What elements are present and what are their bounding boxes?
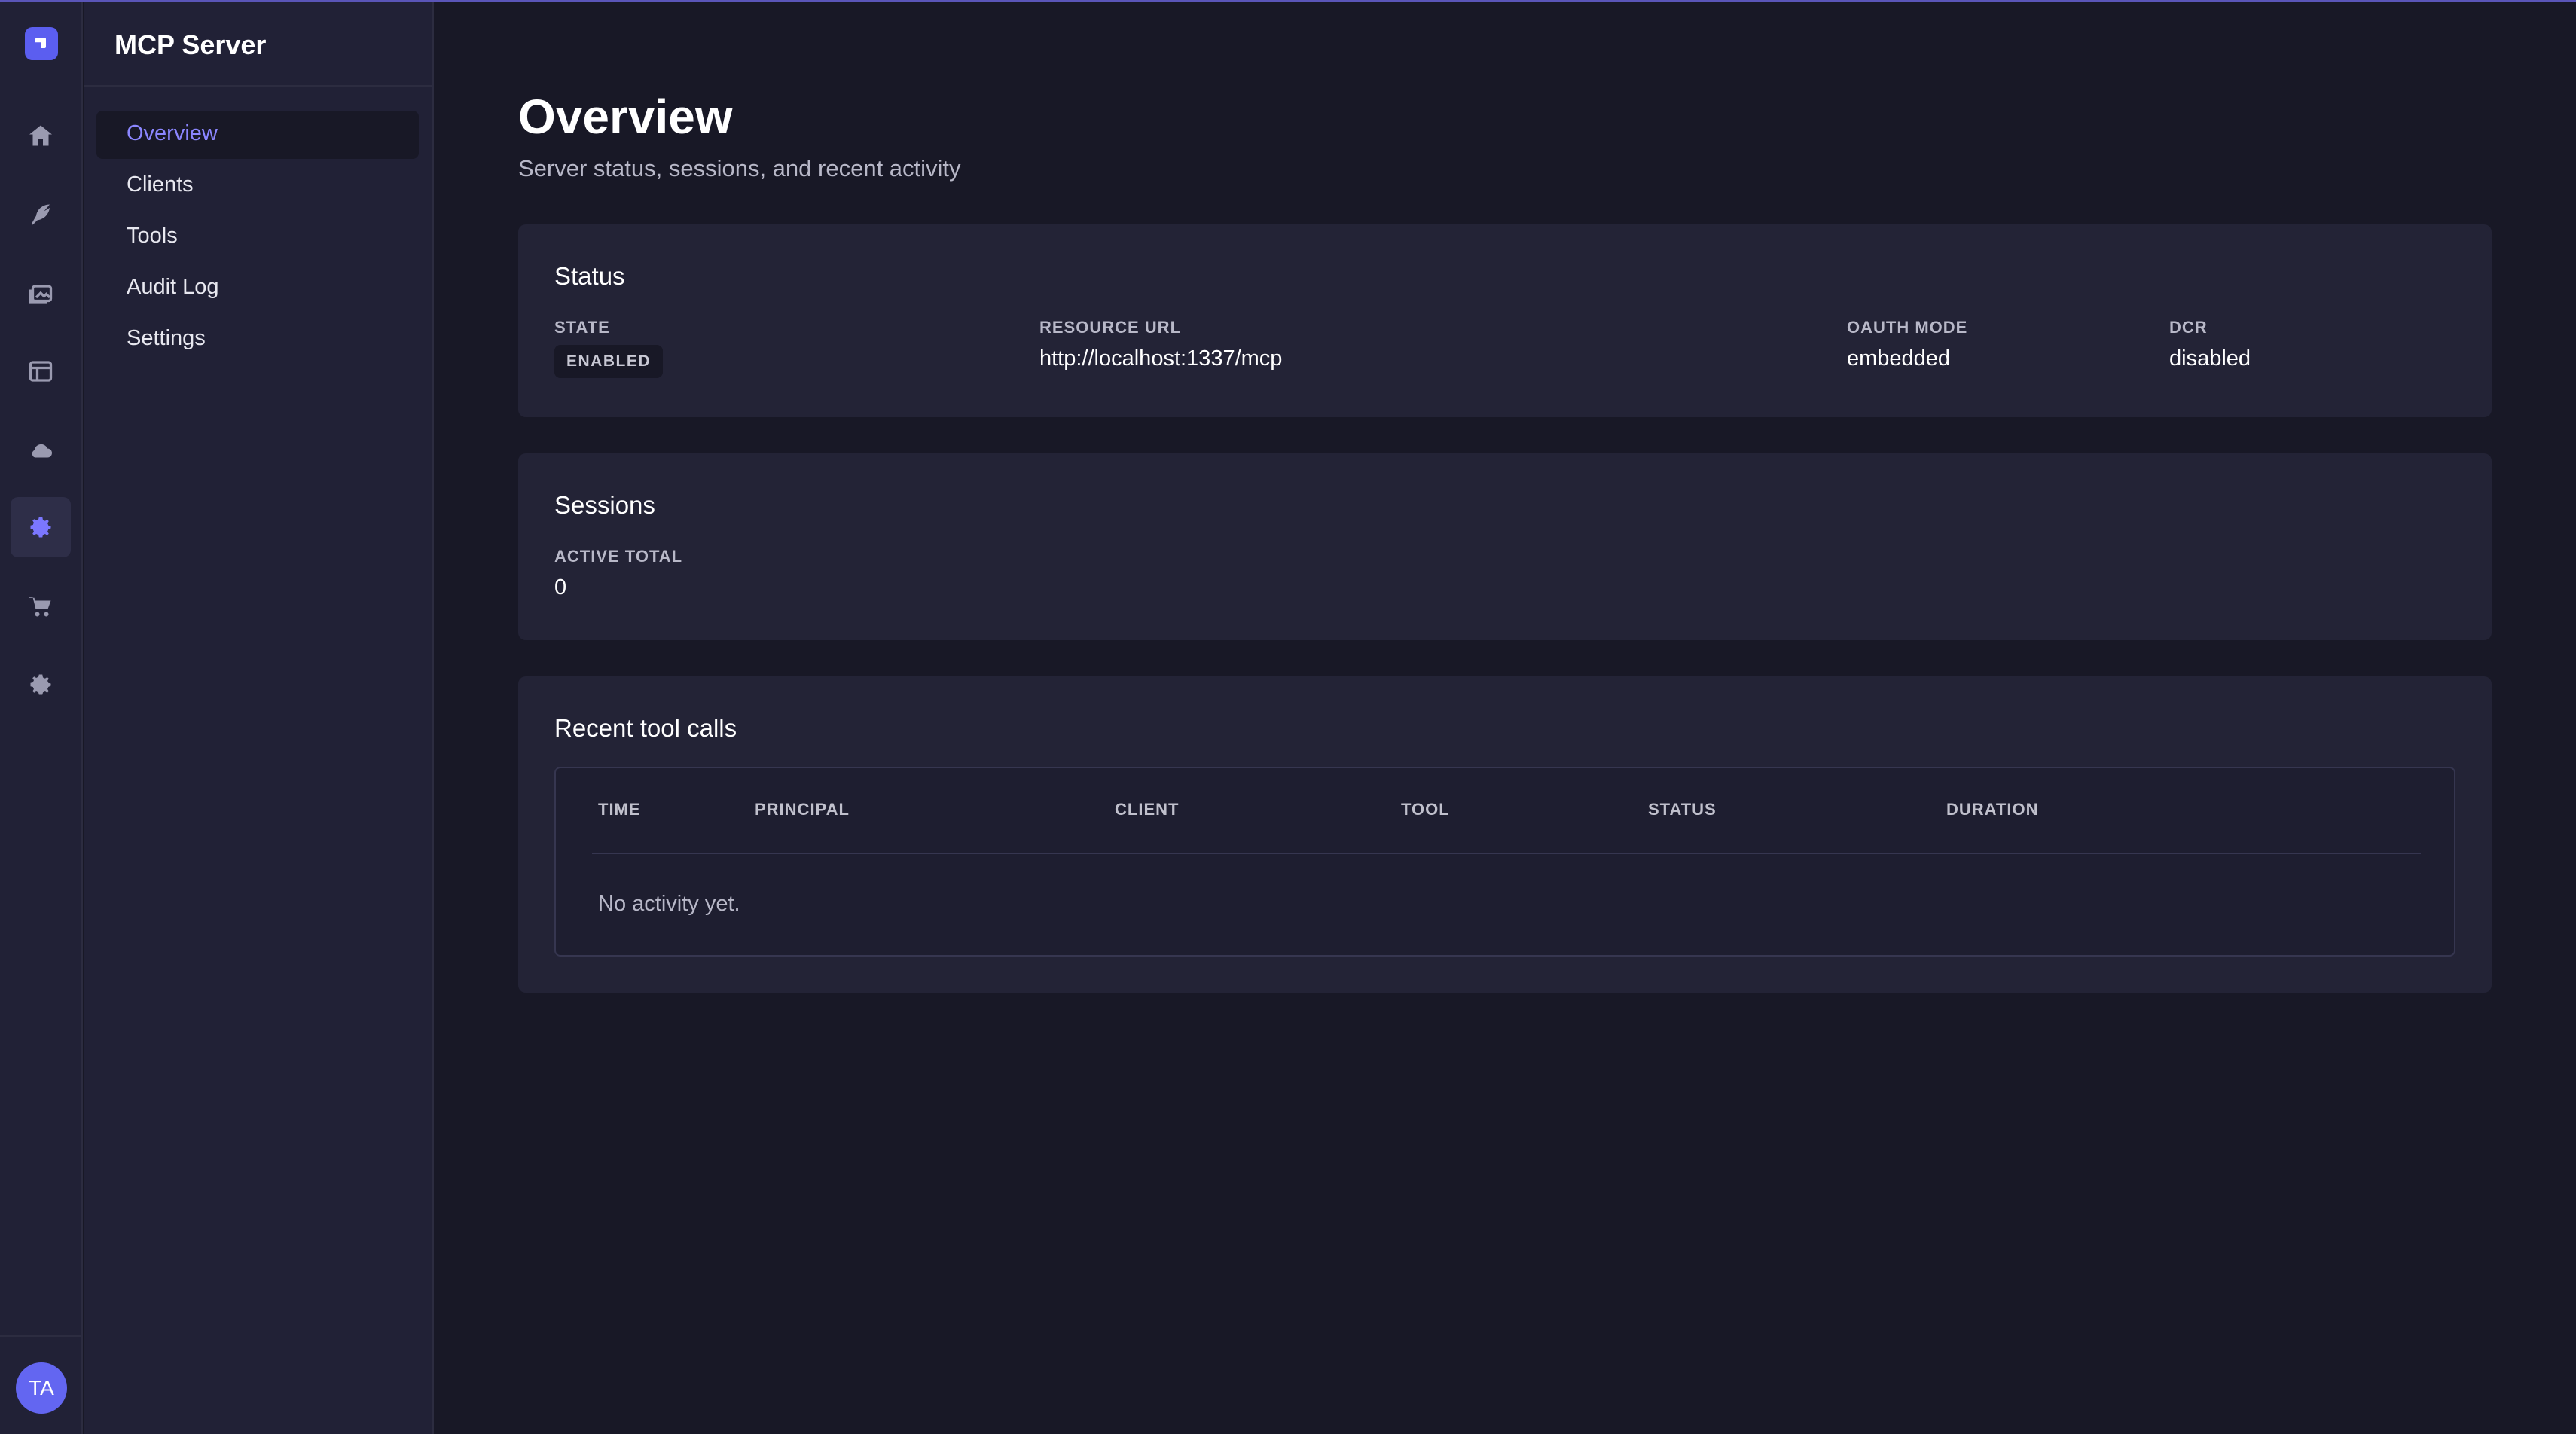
home-icon[interactable] xyxy=(11,105,71,166)
column-header-duration[interactable]: DURATION xyxy=(1946,800,2038,819)
column-header-tool[interactable]: TOOL xyxy=(1401,800,1450,819)
cart-icon[interactable] xyxy=(11,576,71,636)
column-header-time[interactable]: TIME xyxy=(598,800,641,819)
state-label: STATE xyxy=(554,318,610,337)
column-header-status[interactable]: STATUS xyxy=(1648,800,1717,819)
tool-calls-table: TIME PRINCIPAL CLIENT TOOL STATUS DURATI… xyxy=(554,767,2455,957)
icon-rail: TA xyxy=(0,2,83,1434)
layout-icon[interactable] xyxy=(11,341,71,401)
column-header-client[interactable]: CLIENT xyxy=(1115,800,1179,819)
settings-icon[interactable] xyxy=(11,654,71,715)
column-header-principal[interactable]: PRINCIPAL xyxy=(755,800,850,819)
active-total-value: 0 xyxy=(554,575,567,600)
app-logo[interactable] xyxy=(25,27,58,60)
sessions-card: Sessions ACTIVE TOTAL 0 xyxy=(518,453,2492,640)
dcr-label: DCR xyxy=(2169,318,2208,337)
sidebar-item-overview[interactable]: Overview xyxy=(96,111,419,159)
status-badge: ENABLED xyxy=(554,345,664,378)
sidebar-item-tools[interactable]: Tools xyxy=(96,213,419,261)
status-card-title: Status xyxy=(554,262,625,290)
oauth-mode-value: embedded xyxy=(1847,346,1951,371)
sessions-card-title: Sessions xyxy=(554,491,655,519)
empty-state-text: No activity yet. xyxy=(598,892,740,916)
status-card: Status STATE ENABLED RESOURCE URL http:/… xyxy=(518,224,2492,417)
cloud-icon[interactable] xyxy=(11,420,71,480)
sidebar-item-clients[interactable]: Clients xyxy=(96,162,419,210)
feather-icon[interactable] xyxy=(11,185,71,245)
recent-tool-calls-title: Recent tool calls xyxy=(554,714,737,742)
dcr-value: disabled xyxy=(2169,346,2251,371)
page-title: Overview xyxy=(518,90,733,144)
rail-divider xyxy=(0,1335,83,1337)
images-icon[interactable] xyxy=(11,263,71,323)
section-sidebar: MCP Server Overview Clients Tools Audit … xyxy=(84,2,434,1434)
sidebar-item-audit-log[interactable]: Audit Log xyxy=(96,264,419,313)
resource-url-label: RESOURCE URL xyxy=(1039,318,1182,337)
sidebar-item-settings[interactable]: Settings xyxy=(96,316,419,364)
active-total-label: ACTIVE TOTAL xyxy=(554,547,683,566)
resource-url-value: http://localhost:1337/mcp xyxy=(1039,346,1283,371)
recent-tool-calls-card: Recent tool calls TIME PRINCIPAL CLIENT … xyxy=(518,676,2492,993)
table-header-divider xyxy=(592,853,2421,854)
page-subtitle: Server status, sessions, and recent acti… xyxy=(518,155,961,182)
app-title: MCP Server xyxy=(84,2,432,87)
user-avatar[interactable]: TA xyxy=(16,1362,67,1414)
gear-icon[interactable] xyxy=(11,497,71,557)
oauth-mode-label: OAUTH MODE xyxy=(1847,318,1968,337)
